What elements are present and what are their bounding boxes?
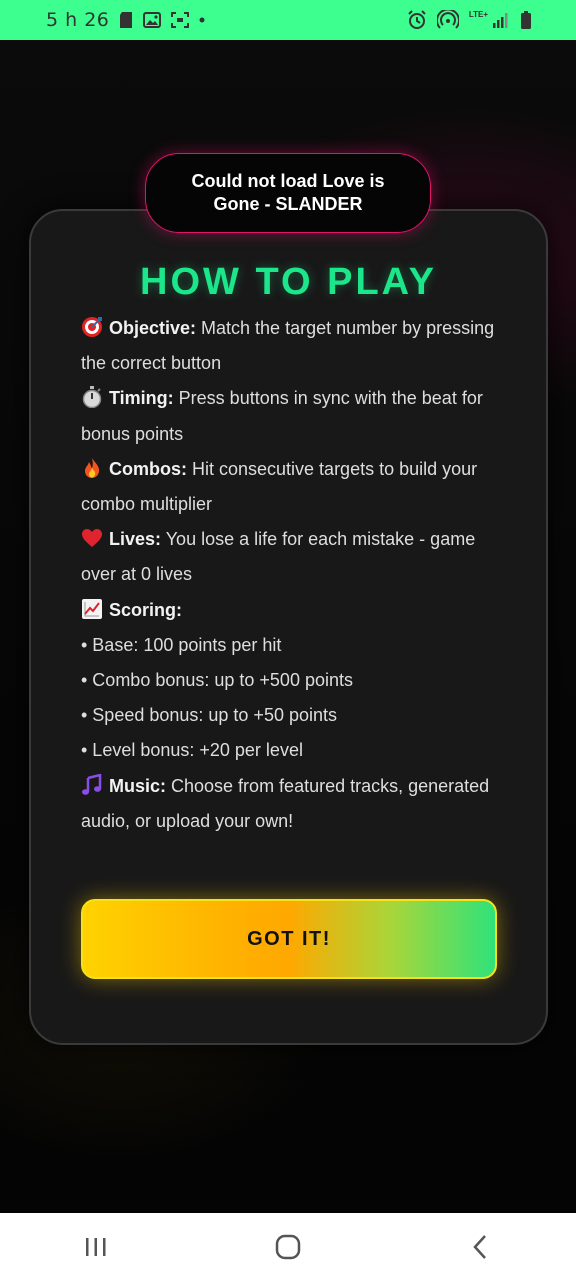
got-it-label: GOT IT!	[247, 927, 331, 950]
recent-apps-icon	[86, 1237, 106, 1256]
timing-item: Timing: Press buttons in sync with the b…	[81, 381, 501, 451]
back-icon	[473, 1234, 486, 1259]
music-notes-icon	[82, 773, 102, 795]
status-time: 5 h 26	[46, 9, 110, 31]
error-toast: Could not load Love is Gone - SLANDER	[145, 153, 431, 233]
stopwatch-icon	[82, 386, 102, 409]
music-label: Music:	[109, 775, 167, 796]
home-icon	[275, 1234, 301, 1259]
modal-title: HOW TO PLAY	[140, 261, 437, 303]
system-nav-bar	[0, 1213, 576, 1280]
alarm-icon	[407, 10, 427, 30]
music-item: Music: Choose from featured tracks, gene…	[81, 769, 501, 839]
heart-icon	[82, 529, 102, 548]
scoring-bullet-level: • Level bonus: +20 per level	[81, 740, 303, 761]
status-right: LTE+	[407, 10, 532, 30]
status-left: 5 h 26	[46, 9, 205, 31]
target-icon	[82, 317, 102, 337]
instructions-body: Objective: Match the target number by pr…	[81, 311, 501, 839]
status-bar: 5 h 26 LTE+	[0, 0, 576, 40]
image-icon	[143, 12, 162, 28]
sd-card-icon	[119, 12, 133, 28]
scoring-bullet-speed: • Speed bonus: up to +50 points	[81, 705, 337, 726]
fire-icon	[85, 457, 100, 478]
how-to-play-modal: HOW TO PLAY Objective: Match the target …	[29, 209, 548, 1045]
scoring-label: Scoring:	[109, 599, 183, 620]
lives-item: Lives: You lose a life for each mistake …	[81, 522, 501, 592]
objective-item: Objective: Match the target number by pr…	[81, 311, 501, 381]
home-button[interactable]	[228, 1217, 348, 1277]
scoring-bullet-combo: • Combo bonus: up to +500 points	[81, 670, 353, 691]
screenshot-icon	[171, 12, 190, 28]
lives-label: Lives:	[109, 529, 162, 550]
recent-apps-button[interactable]	[36, 1217, 156, 1277]
hotspot-icon	[436, 10, 459, 30]
toast-message: Could not load Love is Gone - SLANDER	[191, 171, 385, 214]
signal-icon	[492, 12, 510, 28]
timing-label: Timing:	[109, 388, 174, 409]
back-button[interactable]	[420, 1217, 540, 1277]
scoring-item: Scoring:	[81, 593, 501, 628]
got-it-button[interactable]: GOT IT!	[81, 899, 497, 979]
objective-label: Objective:	[109, 318, 197, 338]
battery-icon	[520, 11, 532, 29]
dot-icon	[199, 17, 205, 23]
chart-icon	[82, 598, 102, 619]
combos-label: Combos:	[109, 458, 187, 479]
network-type-label: LTE+	[468, 10, 488, 19]
combos-item: Combos: Hit consecutive targets to build…	[81, 452, 501, 522]
scoring-bullet-base: • Base: 100 points per hit	[81, 634, 282, 655]
